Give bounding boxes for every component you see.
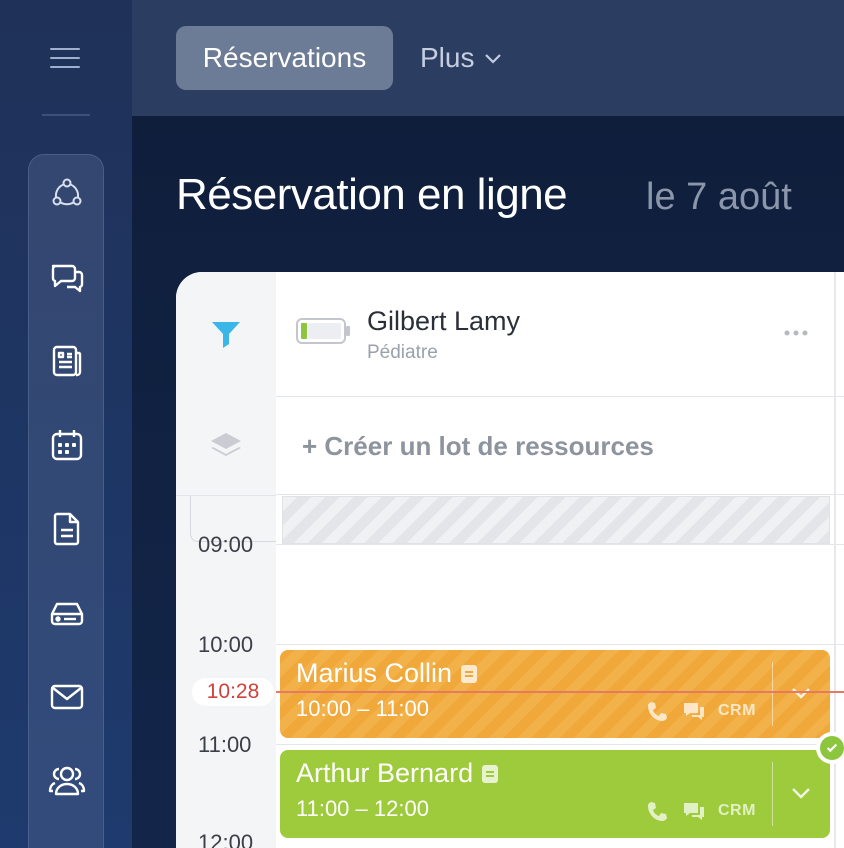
confirmed-check-icon: [816, 732, 844, 764]
battery-icon: [296, 318, 350, 344]
booking-time: 10:00 – 11:00: [296, 696, 429, 721]
page-date: le 7 août: [646, 176, 792, 218]
users-icon[interactable]: [29, 751, 105, 811]
crm-button[interactable]: CRM: [718, 702, 756, 720]
time-label: 10:00: [198, 632, 254, 657]
time-label: 09:00: [198, 532, 254, 557]
phone-icon[interactable]: [646, 800, 670, 822]
create-batch-row: + Créer un lot de ressources: [276, 397, 844, 495]
filter-icon[interactable]: [208, 318, 244, 350]
booking-card[interactable]: Arthur Bernard 11:00 – 12:00 CRM: [280, 750, 830, 838]
drive-icon[interactable]: [29, 583, 105, 643]
mail-icon[interactable]: [29, 667, 105, 727]
sidebar-rail: [28, 154, 104, 848]
chat-icon[interactable]: [29, 247, 105, 307]
booking-time: 11:00 – 12:00: [296, 796, 429, 821]
booking-client-name: Arthur Bernard: [296, 758, 474, 788]
resource-role: Pédiatre: [367, 342, 438, 363]
chevron-down-icon[interactable]: [790, 686, 812, 700]
time-label: 12:00: [198, 830, 254, 848]
booking-separator: [772, 662, 773, 726]
booking-client-name: Marius Collin: [296, 658, 453, 688]
layers-icon: [211, 433, 241, 456]
unavailable-slot: [282, 496, 830, 544]
calendar-card: Gilbert Lamy Pédiatre + Créer un lot de …: [176, 272, 844, 848]
hour-line: [276, 544, 844, 545]
page-title: Réservation en ligne: [176, 170, 568, 219]
tab-more[interactable]: Plus: [420, 26, 502, 90]
current-time-label: 10:28: [192, 678, 274, 706]
booking-card[interactable]: Marius Collin 10:00 – 11:00 CRM: [280, 650, 830, 738]
tab-reservations[interactable]: Réservations: [176, 26, 393, 90]
chevron-down-icon[interactable]: [790, 786, 812, 800]
current-time-line: [276, 691, 844, 693]
chat-icon[interactable]: [682, 700, 706, 722]
create-batch-link[interactable]: + Créer un lot de ressources: [302, 431, 654, 462]
phone-icon[interactable]: [646, 700, 670, 722]
integrations-icon[interactable]: [29, 163, 105, 223]
hour-line: [276, 744, 844, 745]
note-icon: [482, 764, 499, 783]
sidebar: [0, 0, 132, 848]
news-icon[interactable]: [29, 331, 105, 391]
document-icon[interactable]: [29, 499, 105, 559]
chat-icon[interactable]: [682, 800, 706, 822]
more-options-icon[interactable]: [782, 322, 810, 344]
booking-separator: [772, 762, 773, 826]
sidebar-divider: [42, 114, 90, 116]
crm-button[interactable]: CRM: [718, 802, 756, 820]
chevron-down-icon: [485, 54, 502, 64]
resource-name[interactable]: Gilbert Lamy: [367, 306, 520, 337]
time-label: 11:00: [198, 732, 252, 757]
tab-more-label: Plus: [420, 42, 475, 73]
resource-header: Gilbert Lamy Pédiatre: [276, 272, 844, 397]
calendar-icon[interactable]: [29, 415, 105, 475]
top-bar: Réservations Plus: [132, 0, 844, 116]
hour-line: [276, 644, 844, 645]
menu-icon[interactable]: [50, 46, 82, 70]
time-gutter: [176, 272, 276, 848]
note-icon: [461, 664, 478, 683]
